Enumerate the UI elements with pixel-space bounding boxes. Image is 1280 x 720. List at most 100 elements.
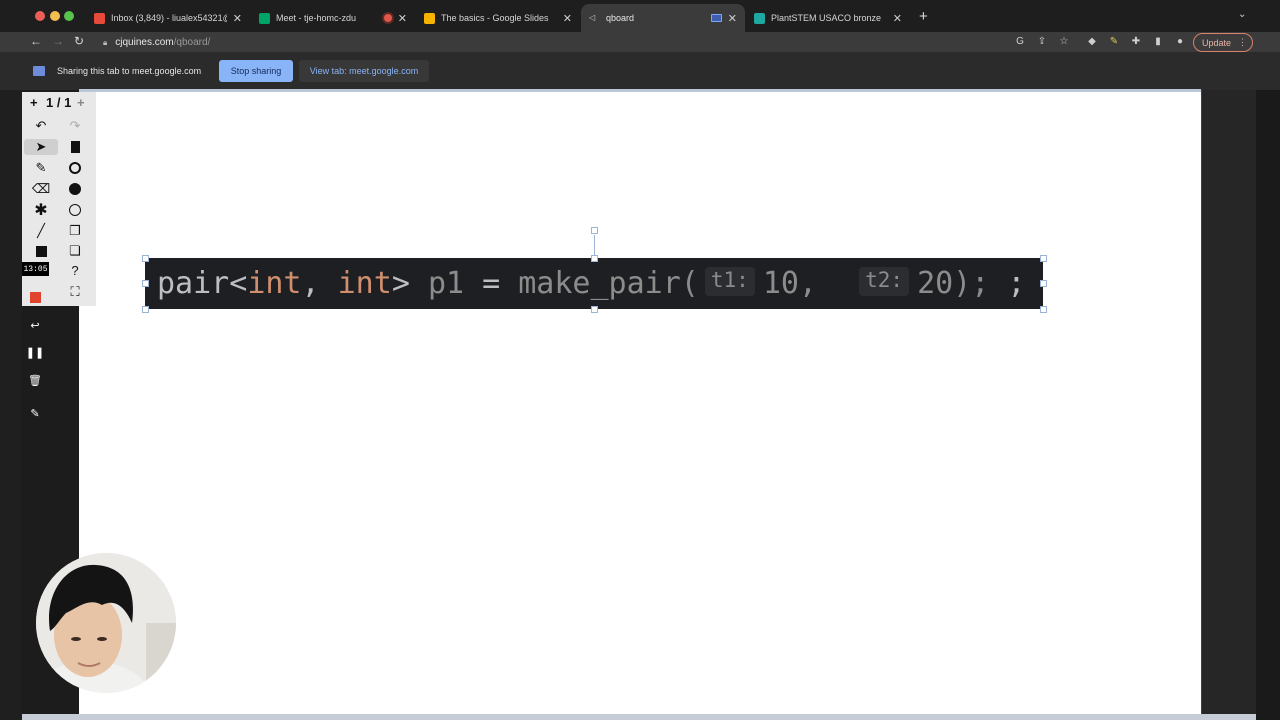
qboard-icon: ◁	[589, 12, 596, 22]
resize-handle-sw[interactable]	[142, 306, 149, 313]
reload-icon[interactable]: ↻	[74, 34, 84, 48]
eraser-icon[interactable]: ⌫	[32, 181, 50, 197]
code-token: >	[391, 266, 428, 301]
share-icon[interactable]: ⇪	[1036, 36, 1048, 48]
code-token: p1	[427, 266, 465, 301]
resize-handle-s[interactable]	[591, 306, 598, 313]
tab-slides[interactable]: The basics - Google Slides ✕	[416, 4, 580, 32]
paste-icon[interactable]: ❏	[67, 243, 83, 259]
stop-sharing-button[interactable]: Stop sharing	[219, 60, 293, 82]
circle-outline-icon[interactable]	[67, 160, 83, 176]
next-page-button[interactable]: +	[77, 95, 85, 110]
close-window-button[interactable]	[35, 11, 45, 21]
extension-badge-icon[interactable]: ◆	[1086, 36, 1098, 48]
line-icon[interactable]: ╱	[33, 223, 49, 239]
circle-filled-icon[interactable]	[67, 181, 83, 197]
side-panel-icon[interactable]: ▮	[1152, 36, 1164, 48]
window-edge	[1256, 90, 1280, 720]
slides-icon	[424, 12, 435, 24]
whiteboard-canvas[interactable]	[79, 90, 1201, 716]
redo-icon[interactable]: ↷	[67, 118, 83, 134]
fullscreen-icon[interactable]: ⛶	[67, 284, 83, 300]
tab-plantstem[interactable]: PlantSTEM USACO bronze ✕	[746, 4, 910, 32]
tab-label: qboard	[606, 13, 635, 23]
code-token: <	[229, 266, 248, 301]
recording-indicator-icon	[383, 14, 392, 22]
browser-toolbar: ← → ↻ 🔒︎ cjquines.com/qboard/ G ⇪ ☆ ◆ ✎ …	[0, 32, 1280, 52]
pause-icon[interactable]: ❚❚	[26, 343, 44, 361]
code-snippet-image[interactable]: pair < int, int > p1 = make_pair(t1: 10, t2:…	[145, 258, 1043, 309]
undo-recording-icon[interactable]: ↩	[26, 316, 44, 334]
webcam-video	[36, 553, 176, 693]
url-host: cjquines.com	[115, 37, 174, 48]
screen-share-icon	[33, 66, 45, 76]
annotate-pen-icon[interactable]: ✎	[26, 404, 44, 422]
canvas-bottom-border	[22, 714, 1256, 720]
resize-handle-w[interactable]	[142, 280, 149, 287]
rectangle-icon[interactable]	[33, 243, 49, 259]
browser-tab-bar: Inbox (3,849) - liualex54321@ ✕ Meet - t…	[0, 0, 1280, 32]
back-arrow-icon[interactable]: ←	[30, 34, 42, 48]
close-tab-icon[interactable]: ✕	[728, 12, 737, 25]
tab-label: Meet - tje-homc-zdu	[276, 13, 357, 23]
code-token: 20);	[917, 266, 990, 301]
page-indicator: 1 / 1	[46, 95, 72, 110]
trash-icon[interactable]: 🗑︎	[26, 371, 44, 389]
help-icon[interactable]: ?	[67, 262, 83, 278]
code-token: int	[247, 266, 302, 301]
sharing-banner: Sharing this tab to meet.google.com	[0, 52, 1280, 90]
code-token: make_pair(	[518, 266, 699, 301]
record-stop-icon	[29, 291, 41, 303]
tab-meet[interactable]: Meet - tje-homc-zdu ✕	[251, 4, 415, 32]
site-icon	[754, 12, 765, 24]
code-token: ;	[989, 266, 1026, 301]
tab-label: PlantSTEM USACO bronze	[771, 13, 882, 23]
resize-handle-nw[interactable]	[142, 255, 149, 262]
resize-handle-ne[interactable]	[1040, 255, 1047, 262]
profile-avatar-icon[interactable]: ●	[1174, 36, 1186, 48]
file-icon[interactable]	[67, 139, 83, 155]
resize-handle-e[interactable]	[1040, 280, 1047, 287]
maximize-window-button[interactable]	[64, 11, 74, 21]
copy-icon[interactable]: ❐	[67, 223, 83, 239]
url-path: /qboard/	[173, 37, 211, 48]
minimize-window-button[interactable]	[50, 11, 60, 21]
update-button[interactable]: Update ⋮	[1193, 33, 1253, 52]
sharing-tab-icon	[710, 14, 722, 22]
close-tab-icon[interactable]: ✕	[398, 12, 407, 25]
close-tab-icon[interactable]: ✕	[233, 12, 242, 25]
rotate-handle[interactable]	[591, 227, 598, 234]
extension-pencil-icon[interactable]: ✎	[1108, 36, 1120, 48]
code-token: 10,	[762, 266, 854, 301]
select-tool-button[interactable]: ➤	[24, 139, 58, 155]
forward-arrow-icon[interactable]: →	[52, 34, 64, 48]
tab-label: The basics - Google Slides	[441, 13, 549, 23]
update-label: Update	[1202, 37, 1232, 48]
code-token: ,	[301, 266, 338, 301]
code-token: pair	[157, 266, 230, 301]
close-tab-icon[interactable]: ✕	[563, 12, 572, 25]
select-icon: ➤	[35, 139, 47, 154]
prev-page-button[interactable]: +	[30, 95, 38, 110]
parameter-hint: t2:	[859, 267, 910, 296]
address-bar[interactable]: 🔒︎ cjquines.com/qboard/	[103, 35, 210, 50]
laser-icon[interactable]: ✱	[33, 202, 49, 219]
webcam-bubble[interactable]	[36, 553, 176, 693]
pen-icon[interactable]: ✎	[33, 160, 49, 176]
close-tab-icon[interactable]: ✕	[893, 12, 902, 25]
stop-recording-button[interactable]	[26, 288, 44, 306]
tab-gmail[interactable]: Inbox (3,849) - liualex54321@ ✕	[86, 4, 250, 32]
extensions-puzzle-icon[interactable]: ✚	[1130, 36, 1142, 48]
undo-icon[interactable]: ↶	[33, 118, 49, 134]
circle-thin-icon[interactable]	[67, 202, 83, 218]
view-tab-button[interactable]: View tab: meet.google.com	[299, 60, 429, 82]
bookmark-star-icon[interactable]: ☆	[1058, 36, 1070, 48]
resize-handle-se[interactable]	[1040, 306, 1047, 313]
new-tab-button[interactable]: +	[919, 8, 928, 25]
tab-search-chevron-icon[interactable]: ⌄	[1238, 9, 1246, 20]
parameter-hint: t1:	[704, 267, 755, 296]
tab-qboard[interactable]: ◁ qboard ✕	[581, 4, 745, 32]
google-icon[interactable]: G	[1014, 36, 1026, 48]
resize-handle-n[interactable]	[591, 255, 598, 262]
tab-label: Inbox (3,849) - liualex54321@	[111, 13, 227, 23]
